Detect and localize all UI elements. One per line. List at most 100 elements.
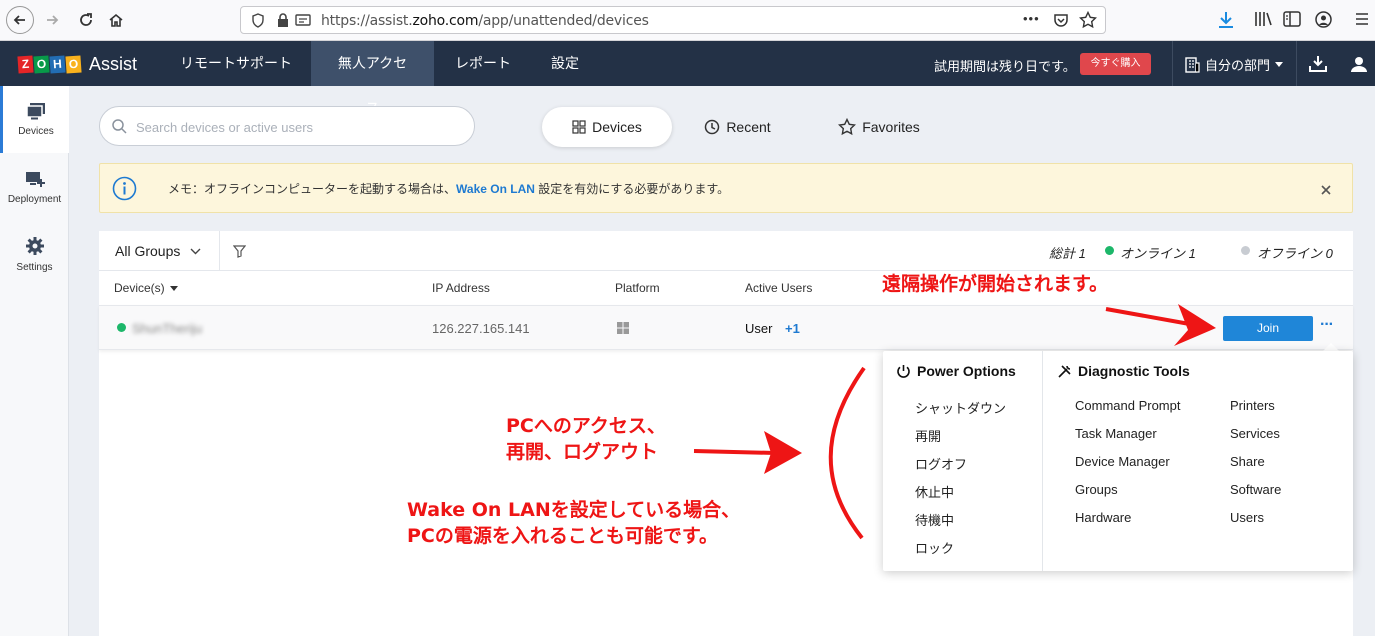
logo-letter-z: Z: [17, 55, 34, 74]
url-bar[interactable]: https://assist.zoho.com/app/unattended/d…: [240, 6, 1106, 34]
sidebar-item-devices[interactable]: Devices: [0, 86, 69, 153]
download-app-icon[interactable]: [1309, 55, 1327, 72]
account-icon[interactable]: [1315, 11, 1332, 28]
filter-bar: All Groups 総計 1 オンライン 1 オフライン 0: [99, 231, 1353, 271]
forward-button[interactable]: [40, 8, 64, 32]
lock-icon: [278, 13, 288, 27]
department-label: 自分の部門: [1205, 58, 1271, 73]
menu-item-standby[interactable]: 待機中: [915, 510, 954, 529]
back-arrow-icon: [13, 15, 25, 25]
sort-down-icon: [169, 285, 178, 291]
search-placeholder: Search devices or active users: [136, 120, 314, 135]
menu-item-printers[interactable]: Printers: [1230, 398, 1275, 413]
info-banner: メモ：オフラインコンピューターを起動する場合は、Wake On LAN 設定を有…: [99, 163, 1353, 213]
wake-on-lan-link[interactable]: Wake On LAN: [456, 182, 535, 196]
online-status-dot: [1105, 246, 1114, 255]
nav-reports[interactable]: レポート: [435, 41, 531, 86]
tab-recent-label: Recent: [726, 119, 771, 135]
download-icon[interactable]: [1218, 11, 1234, 29]
tab-favorites-label: Favorites: [862, 119, 920, 135]
logo-letter-h: H: [49, 55, 66, 74]
star-icon: [838, 118, 857, 136]
offline-count: オフライン 0: [1257, 246, 1333, 261]
buy-now-button[interactable]: 今すぐ購入: [1080, 53, 1151, 75]
windows-icon: [617, 322, 629, 334]
device-ip: 126.227.165.141: [432, 321, 530, 336]
sidebar-item-deployment[interactable]: Deployment: [0, 170, 69, 220]
sidebar-item-settings[interactable]: Settings: [0, 236, 69, 286]
column-header-ip: IP Address: [432, 281, 490, 295]
tools-icon: [1058, 364, 1071, 378]
filter-icon[interactable]: [233, 245, 246, 258]
browser-toolbar: https://assist.zoho.com/app/unattended/d…: [0, 0, 1375, 41]
app-header: Z O H O Assist リモートサポート 無人アクセス レポート 設定 試…: [0, 41, 1375, 116]
power-options-heading: Power Options: [896, 363, 1016, 379]
diagnostic-tools-title: Diagnostic Tools: [1078, 363, 1190, 379]
menu-item-shutdown[interactable]: シャットダウン: [915, 398, 1006, 417]
caret-down-icon: [1275, 62, 1284, 67]
nav-settings[interactable]: 設定: [531, 41, 599, 86]
home-icon: [109, 13, 123, 27]
devices-icon: [26, 103, 45, 120]
grid-icon: [572, 120, 586, 134]
menu-item-hibernate[interactable]: 休止中: [915, 482, 954, 501]
annotation-wol-line1: Wake On LANを設定している場合、: [407, 499, 741, 521]
library-icon[interactable]: [1254, 11, 1272, 27]
menu-item-hardware[interactable]: Hardware: [1075, 510, 1131, 525]
menu-item-share[interactable]: Share: [1230, 454, 1265, 469]
banner-text: メモ：オフラインコンピューターを起動する場合は、Wake On LAN 設定を有…: [168, 182, 730, 196]
page-actions-icon[interactable]: •••: [1023, 11, 1040, 26]
reload-button[interactable]: [74, 8, 98, 32]
page-info-icon: [295, 14, 311, 26]
home-button[interactable]: [104, 8, 128, 32]
menu-item-command-prompt[interactable]: Command Prompt: [1075, 398, 1180, 413]
tab-devices[interactable]: Devices: [542, 107, 672, 147]
group-selector-label: All Groups: [115, 243, 181, 259]
reload-icon: [80, 13, 92, 26]
sidebar-label-deployment: Deployment: [7, 194, 62, 205]
shield-icon: [252, 13, 264, 28]
column-header-device-label: Device(s): [114, 281, 165, 295]
column-header-device[interactable]: Device(s): [114, 281, 178, 295]
settings-icon: [25, 237, 44, 255]
logo-letter-o2: O: [65, 55, 82, 74]
nav-remote-support[interactable]: リモートサポート: [160, 41, 312, 86]
menu-item-logoff[interactable]: ログオフ: [915, 454, 967, 473]
menu-item-device-manager[interactable]: Device Manager: [1075, 454, 1170, 469]
diagnostic-tools-heading: Diagnostic Tools: [1057, 363, 1190, 379]
sidebar-label-settings: Settings: [16, 262, 53, 273]
nav-unattended-access[interactable]: 無人アクセス: [311, 41, 434, 116]
search-input[interactable]: Search devices or active users: [99, 106, 475, 146]
more-options-icon[interactable]: ···: [1320, 316, 1334, 334]
tab-favorites[interactable]: Favorites: [834, 107, 924, 147]
nav-divider-2: [1296, 41, 1297, 86]
zoho-logo[interactable]: Z O H O Assist: [17, 54, 137, 75]
pocket-icon[interactable]: [1053, 12, 1069, 28]
hamburger-menu-icon[interactable]: [1355, 12, 1369, 26]
menu-item-software[interactable]: Software: [1230, 482, 1281, 497]
table-row[interactable]: ShunTheriju 126.227.165.141 User +1 Join…: [99, 305, 1353, 350]
bookmark-star-icon[interactable]: [1079, 11, 1097, 29]
menu-item-restart[interactable]: 再開: [915, 426, 941, 445]
menu-item-task-manager[interactable]: Task Manager: [1075, 426, 1157, 441]
more-users-count[interactable]: +1: [785, 321, 800, 336]
user-profile-icon[interactable]: [1351, 56, 1367, 72]
close-icon[interactable]: [1321, 185, 1331, 195]
join-button[interactable]: Join: [1223, 316, 1313, 341]
sidebar-toggle-icon[interactable]: [1283, 11, 1301, 27]
online-count: オンライン 1: [1120, 246, 1196, 261]
annotation-remote-start: 遠隔操作が開始されます。: [876, 272, 1115, 296]
tab-recent[interactable]: Recent: [700, 107, 775, 147]
menu-item-groups[interactable]: Groups: [1075, 482, 1118, 497]
search-icon: [112, 119, 127, 134]
department-selector[interactable]: 自分の部門: [1184, 55, 1284, 74]
building-icon: [1185, 56, 1200, 73]
menu-item-lock[interactable]: ロック: [915, 538, 954, 557]
menu-item-services[interactable]: Services: [1230, 426, 1280, 441]
device-online-dot: [117, 323, 126, 332]
group-selector[interactable]: All Groups: [115, 243, 201, 259]
column-header-platform: Platform: [615, 281, 660, 295]
back-button[interactable]: [6, 6, 34, 34]
device-name[interactable]: ShunTheriju: [132, 321, 202, 336]
menu-item-users[interactable]: Users: [1230, 510, 1264, 525]
